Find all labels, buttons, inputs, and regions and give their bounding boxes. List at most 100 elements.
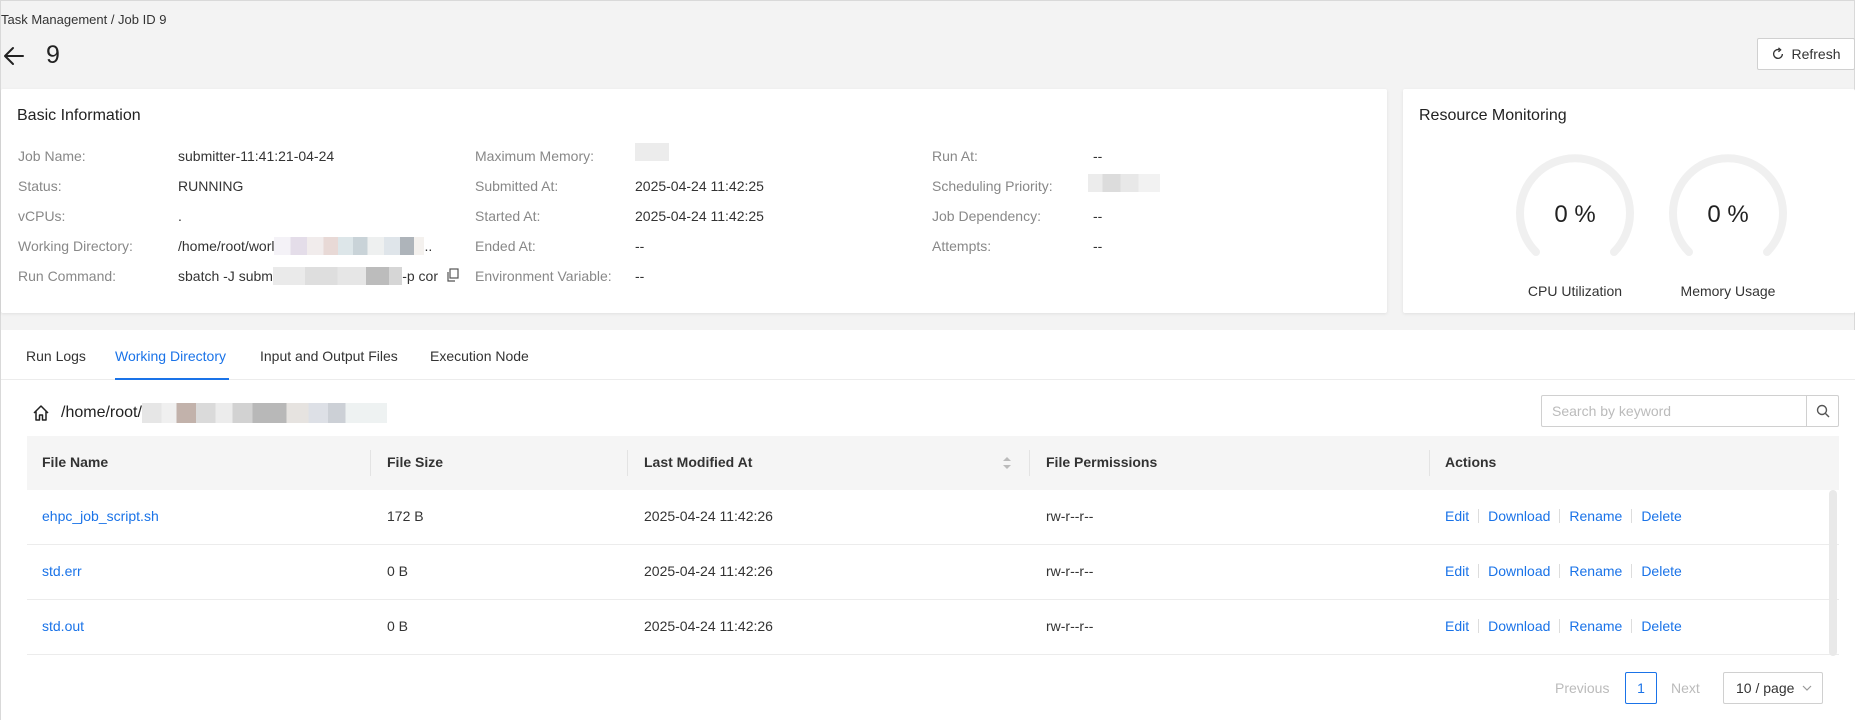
tab-execution-node[interactable]: Execution Node <box>430 348 529 364</box>
submitted-at-value: 2025-04-24 11:42:25 <box>635 178 764 194</box>
working-directory-panel: Run Logs Working Directory Input and Out… <box>1 330 1855 720</box>
redacted-block <box>1088 174 1160 192</box>
run-at-label: Run At: <box>932 148 978 164</box>
directory-path-text: /home/root/ <box>61 403 387 423</box>
column-divider <box>627 450 628 476</box>
edit-link[interactable]: Edit <box>1445 563 1469 579</box>
attempts-label: Attempts: <box>932 238 992 254</box>
started-at-field: Started At: 2025-04-24 11:42:25 <box>475 207 915 225</box>
file-modified: 2025-04-24 11:42:26 <box>644 618 773 634</box>
directory-path: /home/root/ <box>31 400 387 426</box>
rename-link[interactable]: Rename <box>1569 563 1622 579</box>
page-number-button[interactable]: 1 <box>1625 672 1657 704</box>
run-command-label: Run Command: <box>18 268 117 284</box>
vcpus-field: vCPUs: . <box>18 207 458 225</box>
cpu-utilization-label: CPU Utilization <box>1527 283 1623 299</box>
working-directory-value: /home/root/worl .. <box>178 237 460 255</box>
cpu-utilization-value: 0 % <box>1554 201 1596 228</box>
scheduling-priority-label: Scheduling Priority: <box>932 178 1053 194</box>
status-field: Status: RUNNING <box>18 177 458 195</box>
edit-link[interactable]: Edit <box>1445 618 1469 634</box>
row-actions: Edit Download Rename Delete <box>1445 618 1682 634</box>
table-row: std.err 0 B 2025-04-24 11:42:26 rw-r--r-… <box>27 545 1839 600</box>
delete-link[interactable]: Delete <box>1641 563 1681 579</box>
scheduling-priority-field: Scheduling Priority: <box>932 174 1372 195</box>
job-name-label: Job Name: <box>18 148 86 164</box>
file-name-link[interactable]: std.err <box>42 563 82 579</box>
job-dependency-label: Job Dependency: <box>932 208 1041 224</box>
next-page-button[interactable]: Next <box>1671 680 1700 696</box>
search-box <box>1541 395 1839 427</box>
file-name-link[interactable]: ehpc_job_script.sh <box>42 508 159 524</box>
attempts-value: -- <box>1093 238 1103 254</box>
started-at-value: 2025-04-24 11:42:25 <box>635 208 764 224</box>
file-modified: 2025-04-24 11:42:26 <box>644 508 773 524</box>
submitted-at-field: Submitted At: 2025-04-24 11:42:25 <box>475 177 915 195</box>
rename-link[interactable]: Rename <box>1569 618 1622 634</box>
file-name-link[interactable]: std.out <box>42 618 84 634</box>
download-link[interactable]: Download <box>1488 618 1550 634</box>
pagination: Previous 1 Next 10 / page <box>1 672 1855 704</box>
action-divider <box>1559 564 1561 578</box>
tab-input-output-files[interactable]: Input and Output Files <box>260 348 398 364</box>
download-link[interactable]: Download <box>1488 563 1550 579</box>
environment-variable-label: Environment Variable: <box>475 268 612 284</box>
job-name-field: Job Name: submitter-11:41:21-04-24 <box>18 147 458 165</box>
page-title: 9 <box>46 41 60 69</box>
search-button[interactable] <box>1806 396 1838 426</box>
home-icon[interactable] <box>31 403 51 423</box>
delete-link[interactable]: Delete <box>1641 508 1681 524</box>
row-actions: Edit Download Rename Delete <box>1445 508 1682 524</box>
table-row: std.out 0 B 2025-04-24 11:42:26 rw-r--r-… <box>27 600 1839 655</box>
redacted-block <box>274 237 385 255</box>
file-size: 0 B <box>387 618 409 634</box>
refresh-button[interactable]: Refresh <box>1757 38 1855 70</box>
attempts-field: Attempts: -- <box>932 237 1372 255</box>
delete-link[interactable]: Delete <box>1641 618 1681 634</box>
job-dependency-value: -- <box>1093 208 1103 224</box>
download-link[interactable]: Download <box>1488 508 1550 524</box>
action-divider <box>1631 564 1633 578</box>
tab-working-directory[interactable]: Working Directory <box>115 348 226 364</box>
redacted-block <box>384 237 425 255</box>
vcpus-label: vCPUs: <box>18 208 66 224</box>
previous-page-button[interactable]: Previous <box>1555 680 1609 696</box>
table-scrollbar[interactable] <box>1829 490 1837 656</box>
page-size-select[interactable]: 10 / page <box>1723 672 1823 704</box>
page-size-value: 10 / page <box>1736 680 1795 696</box>
resource-monitoring-card: Resource Monitoring 0 % CPU Utilization … <box>1403 89 1855 313</box>
status-label: Status: <box>18 178 62 194</box>
search-icon <box>1816 404 1829 418</box>
environment-variable-value: -- <box>635 268 645 284</box>
tab-run-logs[interactable]: Run Logs <box>26 348 86 364</box>
run-command-value: sbatch -J subm -p cor <box>178 267 438 285</box>
back-arrow-icon[interactable] <box>2 44 26 68</box>
column-last-modified[interactable]: Last Modified At <box>644 454 752 470</box>
working-directory-label: Working Directory: <box>18 238 133 254</box>
refresh-label: Refresh <box>1791 46 1841 62</box>
copy-icon[interactable] <box>446 268 460 282</box>
search-input[interactable] <box>1542 396 1806 426</box>
file-size: 172 B <box>387 508 424 524</box>
run-command-text: sbatch -J subm <box>178 268 273 284</box>
sort-icon[interactable] <box>1001 454 1013 472</box>
ended-at-value: -- <box>635 238 645 254</box>
action-divider <box>1478 619 1480 633</box>
breadcrumb[interactable]: Task Management / Job ID 9 <box>1 12 166 27</box>
column-actions: Actions <box>1445 454 1497 470</box>
column-divider <box>1029 450 1030 476</box>
resource-monitoring-title: Resource Monitoring <box>1419 107 1567 124</box>
row-actions: Edit Download Rename Delete <box>1445 563 1682 579</box>
chevron-down-icon <box>1802 685 1812 691</box>
file-permissions: rw-r--r-- <box>1046 618 1094 634</box>
run-command-tail: -p cor <box>402 268 438 284</box>
active-tab-indicator <box>115 378 229 380</box>
tab-bar: Run Logs Working Directory Input and Out… <box>1 330 1855 380</box>
working-directory-text: /home/root/worl <box>178 238 275 254</box>
maximum-memory-value <box>635 143 669 161</box>
basic-information-card: Basic Information Job Name: submitter-11… <box>1 89 1387 313</box>
rename-link[interactable]: Rename <box>1569 508 1622 524</box>
action-divider <box>1631 619 1633 633</box>
edit-link[interactable]: Edit <box>1445 508 1469 524</box>
file-size: 0 B <box>387 563 409 579</box>
